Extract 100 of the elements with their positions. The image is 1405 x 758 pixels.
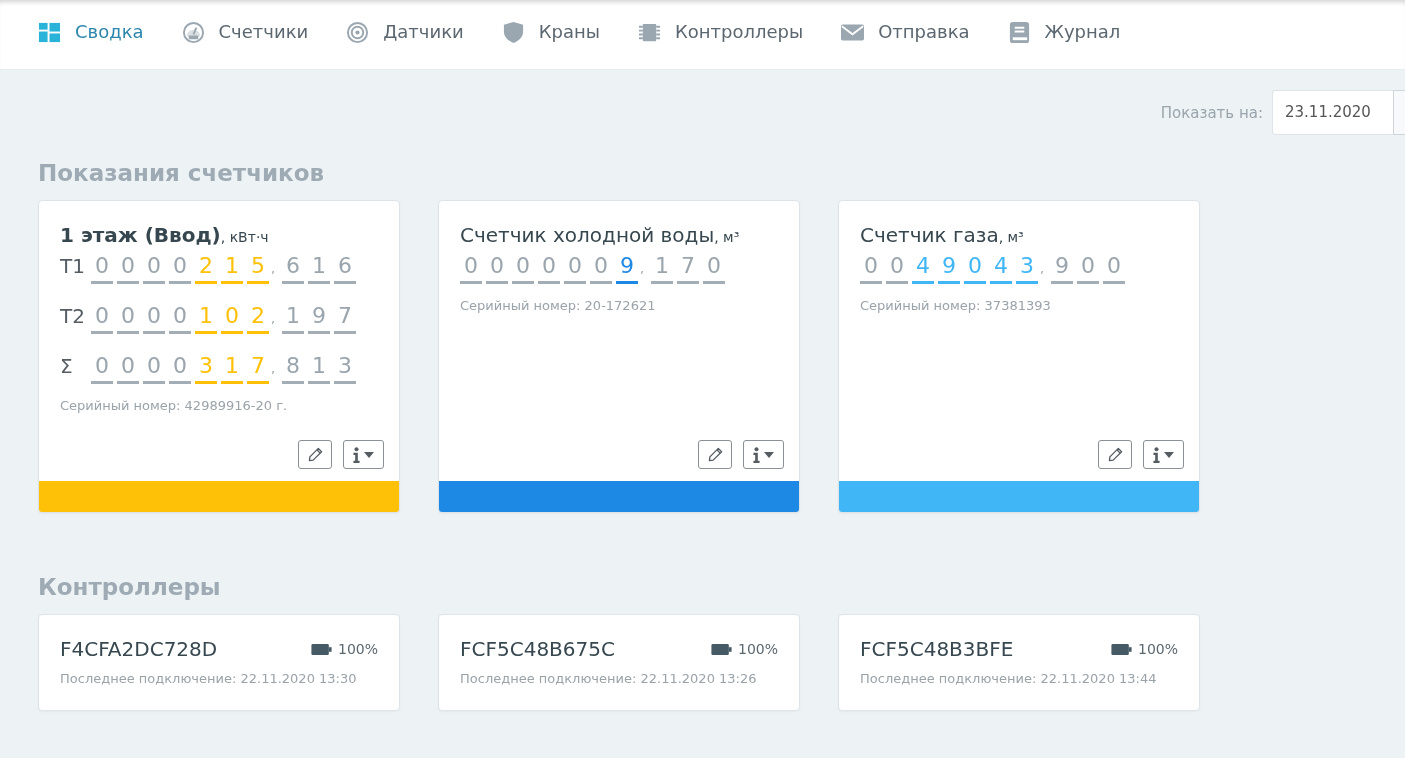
meter-digit: 1	[221, 351, 243, 384]
meter-digit: 0	[91, 351, 113, 384]
meter-digit: 0	[169, 251, 191, 284]
unit-label: , м³	[714, 229, 740, 245]
meter-digit: 9	[938, 251, 960, 284]
meter-digit: 3	[1016, 251, 1038, 284]
meter-digit: 0	[143, 351, 165, 384]
pencil-icon	[707, 447, 723, 462]
meter-digit: 4	[990, 251, 1012, 284]
section-title: Контроллеры	[38, 574, 222, 600]
meter-digit: 0	[964, 251, 986, 284]
nav-tab[interactable]: Контроллеры	[637, 20, 804, 44]
nav-tab[interactable]: Датчики	[346, 20, 464, 44]
pencil-icon	[307, 447, 323, 462]
meter-digit: 0	[460, 251, 482, 284]
meter-digit: 0	[221, 301, 243, 334]
controller-id: FCF5C48B675C	[460, 636, 615, 663]
last-connection: Последнее подключение: 22.11.2020 13:26	[460, 670, 758, 688]
meter-digit: 1	[221, 251, 243, 284]
meter-digit: 7	[677, 251, 699, 284]
last-connection: Последнее подключение: 22.11.2020 13:30	[60, 670, 358, 688]
meter-digit: 7	[334, 301, 356, 334]
meter-digit: 0	[512, 251, 534, 284]
meter-digit: 0	[169, 351, 191, 384]
battery-percentage: 100%	[737, 641, 778, 657]
decimal-separator: ,	[1040, 260, 1046, 278]
date-label: Показать на:	[1160, 103, 1263, 122]
meter-digit: 9	[308, 301, 330, 334]
meter-digit: 1	[651, 251, 673, 284]
meter-digit: 2	[195, 251, 217, 284]
date-field[interactable]: 23.11.2020	[1272, 90, 1393, 135]
decimal-separator: ,	[271, 260, 277, 278]
info-button[interactable]	[343, 440, 384, 469]
tariff-label: T2	[60, 303, 86, 330]
unit-label: , м³	[998, 229, 1024, 245]
meter-digit: 1	[195, 301, 217, 334]
meter-digit: 7	[247, 351, 269, 384]
meter-digit: 0	[703, 251, 725, 284]
meter-digit: 1	[282, 301, 304, 334]
nav-tab[interactable]: Сводка	[38, 20, 144, 44]
info-icon	[753, 446, 760, 463]
battery-percentage: 100%	[1137, 641, 1178, 657]
dashboard-icon	[38, 20, 61, 44]
decimal-separator: ,	[271, 310, 277, 328]
info-button[interactable]	[743, 440, 784, 469]
controller-id: FCF5C48B3BFE	[860, 636, 1014, 663]
edit-button[interactable]	[298, 440, 332, 469]
caret-icon	[764, 451, 774, 458]
meter-digit: 0	[117, 351, 139, 384]
info-button[interactable]	[1143, 440, 1184, 469]
meter-digit: 2	[247, 301, 269, 334]
target-icon	[346, 20, 370, 44]
meter-digit: 3	[334, 351, 356, 384]
serial-number: Серийный номер: 20-172621	[460, 297, 657, 315]
meter-digit: 0	[590, 251, 612, 284]
meter-digit: 9	[1051, 251, 1073, 284]
caret-icon	[364, 451, 374, 458]
nav-tab[interactable]: Краны	[501, 20, 600, 44]
nav-tab[interactable]: Журнал	[1007, 20, 1121, 44]
meter-digit: 0	[91, 301, 113, 334]
meter-digit: 0	[564, 251, 586, 284]
edit-button[interactable]	[1098, 440, 1132, 469]
unit-label: , кВт·ч	[220, 229, 269, 245]
shield-icon	[501, 20, 525, 44]
book-icon	[1007, 20, 1031, 44]
meter-digit: 0	[117, 301, 139, 334]
serial-number: Серийный номер: 37381393	[860, 297, 1052, 315]
controller-id: F4CFA2DC728D	[60, 636, 218, 663]
meter-digit: 0	[538, 251, 560, 284]
meter-digit: 4	[912, 251, 934, 284]
serial-number: Серийный номер: 42989916-20 г.	[60, 397, 289, 415]
meter-digit: 0	[143, 251, 165, 284]
battery-icon	[1110, 643, 1132, 655]
decimal-separator: ,	[271, 360, 277, 378]
meter-digit: 0	[1077, 251, 1099, 284]
meter-digit: 6	[282, 251, 304, 284]
battery-icon	[710, 643, 732, 655]
meter-digit: 0	[886, 251, 908, 284]
meter-digit: 0	[486, 251, 508, 284]
section-title: Показания счетчиков	[38, 160, 326, 186]
edit-button[interactable]	[698, 440, 732, 469]
meter-digit: 0	[117, 251, 139, 284]
meter-digit: 0	[143, 301, 165, 334]
meter-digit: 8	[282, 351, 304, 384]
meter-digit: 6	[334, 251, 356, 284]
meter-digit: 1	[308, 251, 330, 284]
nav-tab[interactable]: Счетчики	[181, 20, 309, 44]
meter-digit: 9	[616, 251, 638, 284]
meter-digit: 3	[195, 351, 217, 384]
battery-percentage: 100%	[337, 641, 378, 657]
meter-title: 1 этаж (Ввод)	[60, 223, 221, 247]
nav-tab[interactable]: Отправка	[841, 20, 970, 44]
decimal-separator: ,	[640, 260, 646, 278]
info-icon	[353, 446, 360, 463]
battery-icon	[310, 643, 332, 655]
meter-title: Счетчик газа	[860, 223, 999, 247]
gauge-icon	[181, 20, 205, 44]
tariff-label: Σ	[60, 353, 74, 380]
meter-digit: 0	[1103, 251, 1125, 284]
caret-icon	[1164, 451, 1174, 458]
